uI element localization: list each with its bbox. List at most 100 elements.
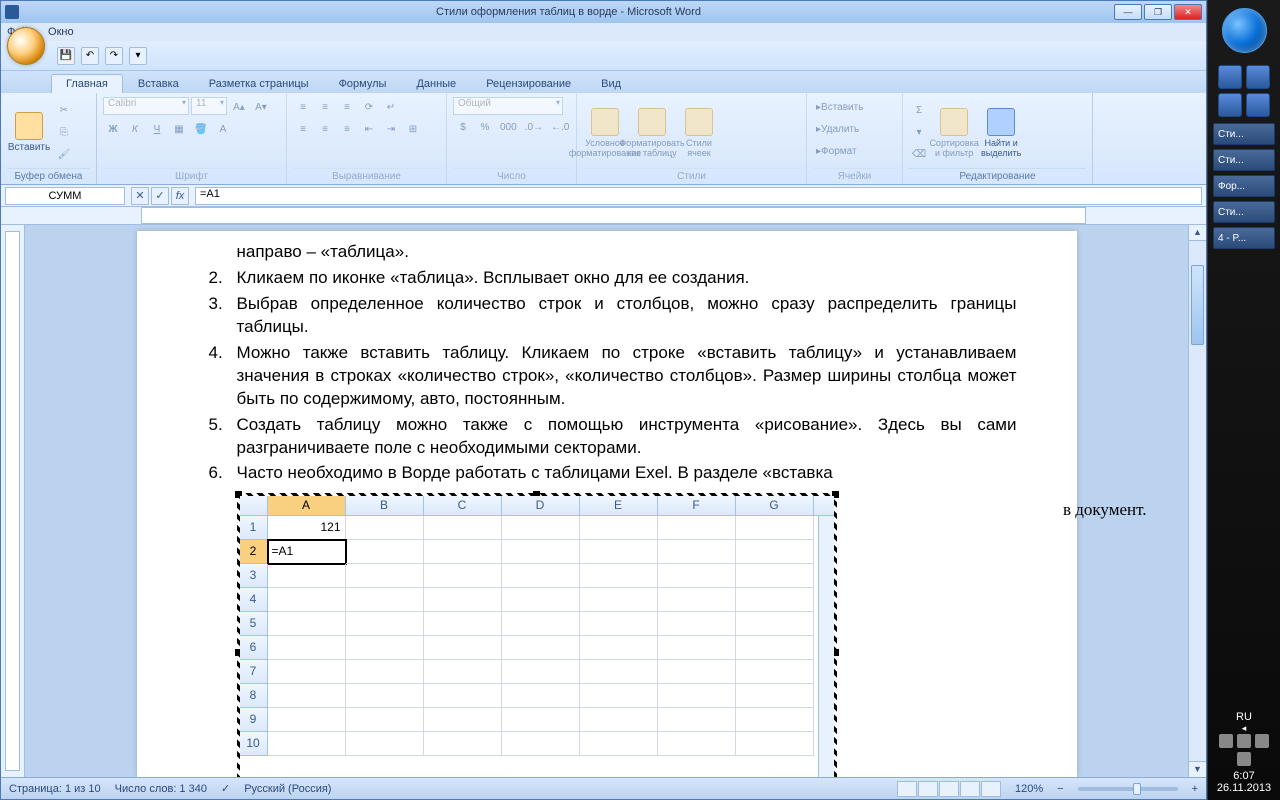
- increase-decimal-icon[interactable]: .0→: [522, 117, 546, 137]
- wrap-text-icon[interactable]: ↵: [381, 97, 401, 117]
- cell[interactable]: [502, 636, 580, 660]
- zoom-level[interactable]: 120%: [1015, 783, 1043, 795]
- cell[interactable]: [268, 564, 346, 588]
- cell[interactable]: [580, 588, 658, 612]
- cells-delete-button[interactable]: ▸ Удалить: [813, 119, 899, 139]
- scroll-down-icon[interactable]: ▼: [1189, 761, 1206, 777]
- fx-icon[interactable]: fx: [171, 187, 189, 205]
- page[interactable]: направо – «таблица». 2.Кликаем по иконке…: [137, 231, 1077, 777]
- cell[interactable]: [736, 732, 814, 756]
- cell[interactable]: [346, 564, 424, 588]
- cell[interactable]: [580, 708, 658, 732]
- cells-insert-button[interactable]: ▸ Вставить: [813, 97, 899, 117]
- taskbar-item[interactable]: Сти...: [1213, 149, 1275, 171]
- align-top-icon[interactable]: ≡: [293, 97, 313, 117]
- cell[interactable]: [580, 636, 658, 660]
- cell[interactable]: [502, 588, 580, 612]
- cell[interactable]: [502, 684, 580, 708]
- cell[interactable]: [424, 516, 502, 540]
- cell-a2[interactable]: =A1: [268, 540, 346, 564]
- cell[interactable]: [580, 660, 658, 684]
- format-painter-icon[interactable]: 🖌: [54, 145, 74, 165]
- cell[interactable]: [424, 684, 502, 708]
- tab-page-layout[interactable]: Разметка страницы: [194, 74, 324, 93]
- align-middle-icon[interactable]: ≡: [315, 97, 335, 117]
- qat-customize-icon[interactable]: ▾: [129, 47, 147, 65]
- cell[interactable]: [736, 540, 814, 564]
- cell[interactable]: [346, 540, 424, 564]
- italic-icon[interactable]: К: [125, 119, 145, 139]
- status-language[interactable]: Русский (Россия): [244, 783, 331, 795]
- col-header-e[interactable]: E: [580, 496, 658, 515]
- cell[interactable]: [502, 540, 580, 564]
- formula-input[interactable]: =A1: [195, 187, 1202, 205]
- cell[interactable]: [268, 684, 346, 708]
- view-draft-icon[interactable]: [981, 781, 1001, 797]
- orientation-icon[interactable]: ⟳: [359, 97, 379, 117]
- cell[interactable]: [502, 660, 580, 684]
- row-header[interactable]: 7: [240, 660, 268, 684]
- menu-window[interactable]: Окно: [48, 26, 74, 38]
- format-as-table-button[interactable]: Форматировать как таблицу: [630, 102, 674, 164]
- view-web-layout-icon[interactable]: [939, 781, 959, 797]
- tray-network-icon[interactable]: [1255, 734, 1269, 748]
- cell[interactable]: [658, 516, 736, 540]
- cell[interactable]: [658, 564, 736, 588]
- cell[interactable]: [346, 660, 424, 684]
- col-header-c[interactable]: C: [424, 496, 502, 515]
- row-header[interactable]: 5: [240, 612, 268, 636]
- cell[interactable]: [658, 684, 736, 708]
- cell[interactable]: [346, 708, 424, 732]
- align-center-icon[interactable]: ≡: [315, 119, 335, 139]
- decrease-indent-icon[interactable]: ⇤: [359, 119, 379, 139]
- col-header-b[interactable]: B: [346, 496, 424, 515]
- scroll-up-icon[interactable]: ▲: [1189, 225, 1206, 241]
- row-header[interactable]: 10: [240, 732, 268, 756]
- tray-flag-icon[interactable]: [1219, 734, 1233, 748]
- comma-icon[interactable]: 000: [497, 117, 520, 137]
- vertical-ruler[interactable]: [1, 225, 25, 777]
- cell[interactable]: [346, 636, 424, 660]
- cell[interactable]: [424, 564, 502, 588]
- zoom-slider[interactable]: [1078, 787, 1178, 791]
- quick-launch-item[interactable]: [1246, 65, 1270, 89]
- fill-color-icon[interactable]: 🪣: [191, 119, 211, 139]
- taskbar-item[interactable]: 4 - P...: [1213, 227, 1275, 249]
- qat-save-icon[interactable]: 💾: [57, 47, 75, 65]
- cell[interactable]: [424, 588, 502, 612]
- office-button[interactable]: [7, 27, 45, 65]
- cell[interactable]: [502, 564, 580, 588]
- cell[interactable]: [736, 612, 814, 636]
- copy-icon[interactable]: ⎘: [54, 123, 74, 143]
- cell[interactable]: [580, 540, 658, 564]
- row-header[interactable]: 2: [240, 540, 268, 564]
- cell[interactable]: [580, 612, 658, 636]
- minimize-button[interactable]: —: [1114, 4, 1142, 20]
- cell[interactable]: [424, 612, 502, 636]
- cell[interactable]: [268, 732, 346, 756]
- currency-icon[interactable]: $: [453, 117, 473, 137]
- cell[interactable]: [736, 684, 814, 708]
- excel-vertical-scrollbar[interactable]: [818, 516, 834, 777]
- tab-view[interactable]: Вид: [586, 74, 636, 93]
- cell[interactable]: [658, 540, 736, 564]
- status-spellcheck-icon[interactable]: ✓: [221, 782, 230, 795]
- cell[interactable]: [658, 732, 736, 756]
- cell[interactable]: [346, 516, 424, 540]
- cut-icon[interactable]: ✂: [54, 101, 74, 121]
- cell[interactable]: [424, 660, 502, 684]
- autosum-icon[interactable]: Σ: [909, 101, 929, 121]
- cell[interactable]: [736, 564, 814, 588]
- cell[interactable]: [658, 660, 736, 684]
- cell[interactable]: [580, 516, 658, 540]
- font-name-select[interactable]: Calibri: [103, 97, 189, 115]
- cell[interactable]: [502, 612, 580, 636]
- col-header-d[interactable]: D: [502, 496, 580, 515]
- status-words[interactable]: Число слов: 1 340: [115, 783, 207, 795]
- cell[interactable]: [346, 732, 424, 756]
- sort-filter-button[interactable]: Сортировка и фильтр: [932, 102, 976, 164]
- cell[interactable]: [424, 732, 502, 756]
- cell[interactable]: [658, 636, 736, 660]
- percent-icon[interactable]: %: [475, 117, 495, 137]
- cell[interactable]: [658, 588, 736, 612]
